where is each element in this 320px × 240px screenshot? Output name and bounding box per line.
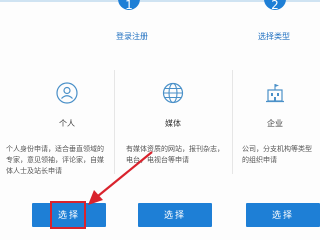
card-description: 公司，分支机构等类型的组织申请 [242, 145, 312, 164]
select-enterprise-button[interactable]: 选择 [246, 203, 320, 227]
step-progress: 1 2 登录注册 选择类型 [0, 0, 320, 52]
card-description: 有媒体资质的网站，报刊杂志，电台，电视台等申请 [126, 145, 224, 164]
card-title: 媒体 [165, 119, 181, 128]
step-1-number: 1 [118, 0, 140, 12]
step-2-number: 2 [264, 0, 286, 12]
card-title: 企业 [267, 119, 283, 128]
person-icon [56, 82, 78, 104]
highlight-box [50, 201, 86, 229]
card-divider [114, 70, 115, 174]
card-description: 个人身份申请，适合垂直领域的专家，意见领袖，评论家，自媒体人士及站长申请 [6, 145, 104, 175]
step-2-label: 选择类型 [258, 32, 290, 41]
building-icon [266, 84, 284, 103]
step-1-label: 登录注册 [116, 32, 148, 41]
progress-line [285, 0, 320, 2]
globe-icon [162, 82, 184, 104]
progress-line [140, 0, 270, 2]
progress-line [0, 0, 118, 2]
card-title: 个人 [59, 119, 75, 128]
select-media-button[interactable]: 选择 [138, 203, 212, 227]
